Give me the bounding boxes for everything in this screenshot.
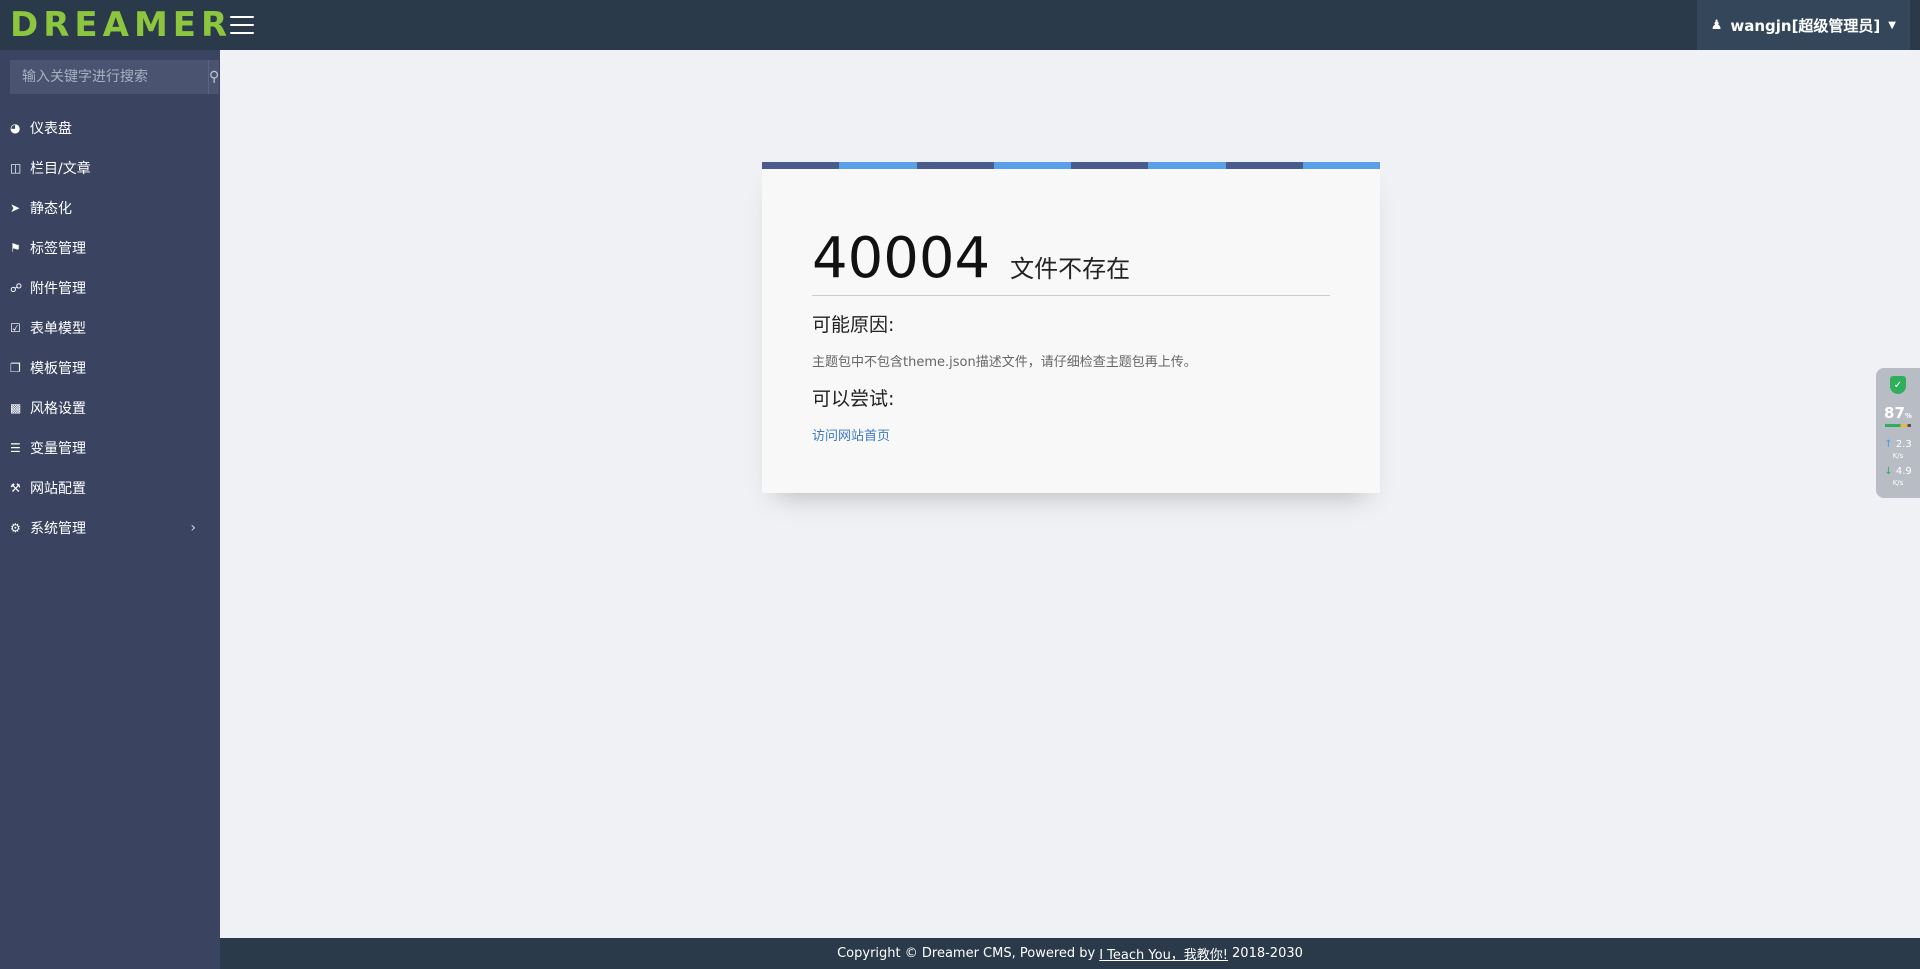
sidebar-search: ⚲ <box>10 60 220 94</box>
dashboard-icon: ◕ <box>10 121 21 135</box>
search-input[interactable] <box>10 60 208 94</box>
gear-icon: ⚙ <box>10 521 21 535</box>
search-icon[interactable]: ⚲ <box>208 60 220 94</box>
reason-title: 可能原因: <box>812 314 895 336</box>
sidebar-item-system[interactable]: ⚙ 系统管理 › <box>0 508 220 548</box>
sidebar-item-label: 模板管理 <box>30 361 86 377</box>
try-title: 可以尝试: <box>812 388 895 410</box>
error-message: 文件不存在 <box>1010 255 1131 283</box>
home-link[interactable]: 访问网站首页 <box>812 425 890 444</box>
sidebar-item-label: 栏目/文章 <box>30 161 91 177</box>
sidebar: ⚲ ◕ 仪表盘 ◫ 栏目/文章 ➤ 静态化 ⚑ 标签管理 ☍ 附件管理 ☑ 表单… <box>0 50 220 969</box>
usage-bar <box>1885 424 1911 427</box>
chevron-right-icon: › <box>190 520 196 536</box>
arrow-down-icon: ↓ <box>1884 466 1893 477</box>
sidebar-item-label: 系统管理 <box>30 521 86 537</box>
tags-icon: ⚑ <box>10 241 21 255</box>
sidebar-item-label: 风格设置 <box>30 401 86 417</box>
error-card: 40004 文件不存在 可能原因: 主题包中不包含theme.json描述文件，… <box>762 162 1380 493</box>
rocket-icon: ➤ <box>10 201 21 215</box>
sidebar-item-label: 标签管理 <box>30 241 86 257</box>
sidebar-item-styles[interactable]: ▩ 风格设置 <box>0 388 220 428</box>
main-content: 40004 文件不存在 可能原因: 主题包中不包含theme.json描述文件，… <box>220 50 1920 938</box>
footer-years: 2018-2030 <box>1232 946 1303 961</box>
download-speed: ↓ 4.9 K/s <box>1884 466 1912 487</box>
sidebar-item-columns[interactable]: ◫ 栏目/文章 <box>0 148 220 188</box>
sidebar-item-static[interactable]: ➤ 静态化 <box>0 188 220 228</box>
logo[interactable]: DREAMER <box>0 0 227 50</box>
memory-percent: 87% <box>1884 404 1912 422</box>
error-title-row: 40004 文件不存在 <box>812 231 1330 296</box>
network-monitor-widget[interactable]: ✓ 87% ↑ 2.3 K/s ↓ 4.9 K/s <box>1876 368 1920 498</box>
link-icon: ☍ <box>10 281 23 295</box>
sidebar-item-label: 静态化 <box>30 201 72 217</box>
list-icon: ☰ <box>10 441 21 455</box>
wrench-icon: ⚒ <box>10 481 21 495</box>
logo-text: DREAMER <box>10 5 233 45</box>
user-dropdown[interactable]: ♟ wangjn[超级管理员] ▼ <box>1696 0 1910 50</box>
sidebar-item-label: 网站配置 <box>30 481 86 497</box>
error-code: 40004 <box>812 226 991 291</box>
footer-link[interactable]: I Teach You，我教你! <box>1099 944 1228 963</box>
sidebar-item-forms[interactable]: ☑ 表单模型 <box>0 308 220 348</box>
footer-copyright: Copyright © Dreamer CMS, Powered by <box>837 946 1096 961</box>
menu-toggle-icon[interactable] <box>230 16 254 34</box>
arrow-up-icon: ↑ <box>1884 439 1893 450</box>
puzzle-icon: ▩ <box>10 401 22 415</box>
sidebar-item-variables[interactable]: ☰ 变量管理 <box>0 428 220 468</box>
sidebar-item-label: 附件管理 <box>30 281 86 297</box>
user-label: wangjn[超级管理员] <box>1730 16 1881 35</box>
sidebar-item-label: 表单模型 <box>30 321 86 337</box>
sidebar-item-dashboard[interactable]: ◕ 仪表盘 <box>0 108 220 148</box>
top-header: DREAMER ♟ wangjn[超级管理员] ▼ <box>0 0 1920 50</box>
copy-icon: ❐ <box>10 361 21 375</box>
shield-check-icon: ✓ <box>1890 376 1906 394</box>
card-top-stripe <box>762 162 1380 169</box>
sidebar-item-label: 变量管理 <box>30 441 86 457</box>
upload-speed: ↑ 2.3 K/s <box>1884 439 1912 460</box>
columns-icon: ◫ <box>10 161 22 175</box>
caret-down-icon: ▼ <box>1888 19 1896 31</box>
footer: Copyright © Dreamer CMS, Powered by I Te… <box>220 938 1920 969</box>
reason-text: 主题包中不包含theme.json描述文件，请仔细检查主题包再上传。 <box>812 355 1197 370</box>
user-icon: ♟ <box>1710 17 1723 33</box>
check-square-icon: ☑ <box>10 321 21 335</box>
sidebar-item-site-config[interactable]: ⚒ 网站配置 <box>0 468 220 508</box>
sidebar-item-tags[interactable]: ⚑ 标签管理 <box>0 228 220 268</box>
sidebar-item-attachments[interactable]: ☍ 附件管理 <box>0 268 220 308</box>
sidebar-item-label: 仪表盘 <box>30 121 72 137</box>
sidebar-item-templates[interactable]: ❐ 模板管理 <box>0 348 220 388</box>
